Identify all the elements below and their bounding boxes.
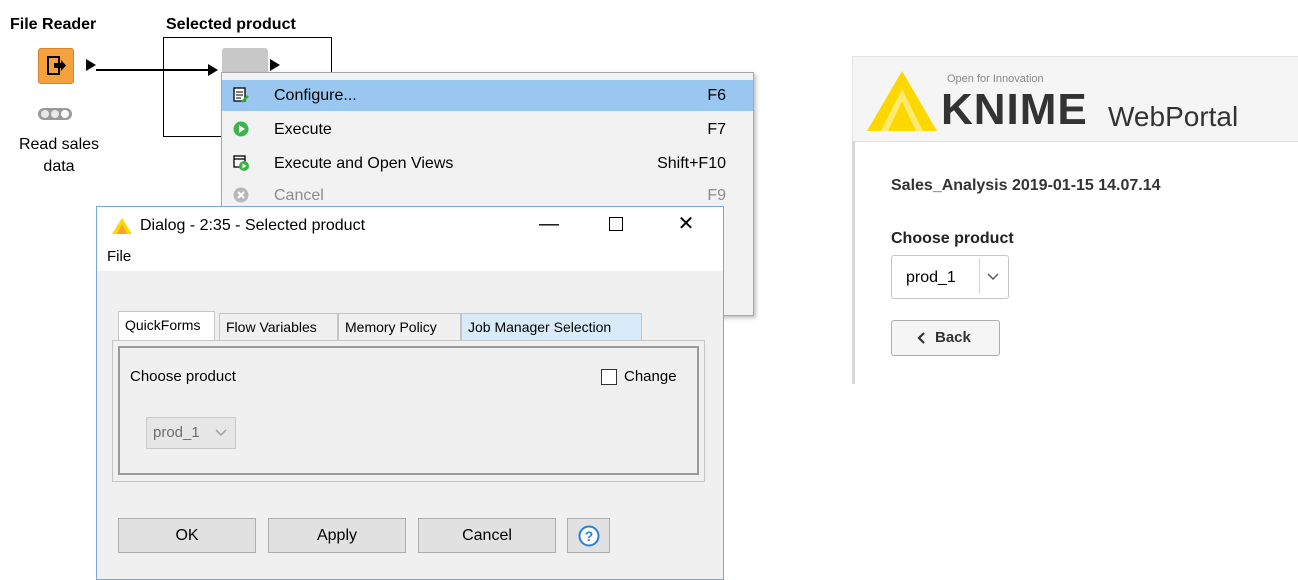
- menu-item-shortcut: Shift+F10: [657, 155, 726, 172]
- choose-product-label: Choose product: [130, 368, 236, 385]
- choose-product-heading: Choose product: [891, 230, 1014, 247]
- menu-item-label: Execute: [274, 121, 332, 138]
- menu-file[interactable]: File: [107, 248, 131, 265]
- svg-text:?: ?: [585, 528, 594, 544]
- webportal-label: WebPortal: [1108, 101, 1239, 132]
- chevron-down-icon: [215, 429, 227, 436]
- file-reader-icon: [47, 56, 66, 75]
- cancel-button[interactable]: Cancel: [418, 518, 556, 553]
- chevron-left-icon: [917, 332, 925, 344]
- file-reader-caption: Read sales data: [18, 136, 100, 175]
- quickform-group: Choose product Change prod_1: [118, 346, 699, 475]
- tab-quickforms[interactable]: QuickForms: [118, 311, 215, 340]
- tab-memory-policy[interactable]: Memory Policy: [338, 313, 461, 340]
- product-select[interactable]: prod_1: [891, 255, 1009, 299]
- minimize-icon: —: [539, 213, 559, 235]
- quickforms-panel: Choose product Change prod_1: [112, 340, 705, 482]
- knime-logo-icon: [867, 71, 937, 131]
- maximize-button[interactable]: [594, 207, 640, 241]
- dialog-titlebar[interactable]: Dialog - 2:35 - Selected product — ✕: [97, 207, 723, 241]
- node-dialog: Dialog - 2:35 - Selected product — ✕ Fil…: [96, 206, 724, 580]
- portal-side-border: [852, 141, 855, 384]
- product-select-disabled: prod_1: [146, 417, 236, 449]
- select-value: prod_1: [153, 424, 200, 441]
- back-button[interactable]: Back: [891, 320, 1000, 356]
- close-button[interactable]: ✕: [663, 207, 709, 241]
- knime-tagline: Open for Innovation: [947, 73, 1044, 85]
- menu-item-shortcut: F6: [707, 87, 726, 104]
- help-button[interactable]: ?: [567, 518, 610, 553]
- menu-item-label: Cancel: [274, 187, 324, 204]
- output-port-icon[interactable]: [270, 59, 280, 71]
- change-label: Change: [624, 368, 677, 385]
- knime-brand: KNIME: [941, 85, 1088, 134]
- webportal-header: Open for Innovation KNIME WebPortal: [852, 56, 1298, 142]
- knime-logo-icon: [112, 218, 132, 234]
- menu-item-label: Execute and Open Views: [274, 155, 454, 172]
- output-port-icon[interactable]: [86, 59, 96, 71]
- back-label: Back: [935, 329, 971, 346]
- ok-button[interactable]: OK: [118, 518, 256, 553]
- execute-icon: [233, 121, 249, 137]
- node-status-light: [38, 108, 72, 120]
- menu-item-execute-and-open-views[interactable]: Execute and Open Views Shift+F10: [222, 148, 753, 179]
- cancel-icon: [233, 187, 249, 203]
- close-icon: ✕: [677, 213, 695, 235]
- select-value: prod_1: [906, 269, 956, 286]
- tab-flow-variables[interactable]: Flow Variables: [219, 313, 338, 340]
- tab-job-manager-selection[interactable]: Job Manager Selection: [461, 313, 642, 340]
- file-reader-node[interactable]: [38, 48, 74, 84]
- change-checkbox[interactable]: [601, 369, 617, 385]
- job-title: Sales_Analysis 2019-01-15 14.07.14: [891, 177, 1161, 194]
- execute-open-views-icon: [233, 155, 249, 171]
- chevron-down-icon: [987, 273, 999, 280]
- selected-product-node-title: Selected product: [166, 16, 296, 33]
- help-icon: ?: [578, 525, 600, 547]
- dialog-tab-bar: QuickForms Flow Variables Memory Policy …: [118, 311, 698, 341]
- menu-item-execute[interactable]: Execute F7: [222, 114, 753, 145]
- maximize-icon: [609, 217, 623, 231]
- dialog-title: Dialog - 2:35 - Selected product: [140, 217, 366, 234]
- menu-item-label: Configure...: [274, 87, 357, 104]
- file-reader-node-title: File Reader: [10, 16, 97, 33]
- apply-button[interactable]: Apply: [268, 518, 406, 553]
- menu-item-configure[interactable]: Configure... F6: [222, 80, 753, 111]
- menu-item-shortcut: F9: [707, 187, 726, 204]
- minimize-button[interactable]: —: [526, 207, 572, 241]
- configure-icon: [233, 87, 249, 103]
- dialog-menubar: File: [97, 241, 723, 271]
- select-toggle[interactable]: [979, 258, 1006, 294]
- menu-item-shortcut: F7: [707, 121, 726, 138]
